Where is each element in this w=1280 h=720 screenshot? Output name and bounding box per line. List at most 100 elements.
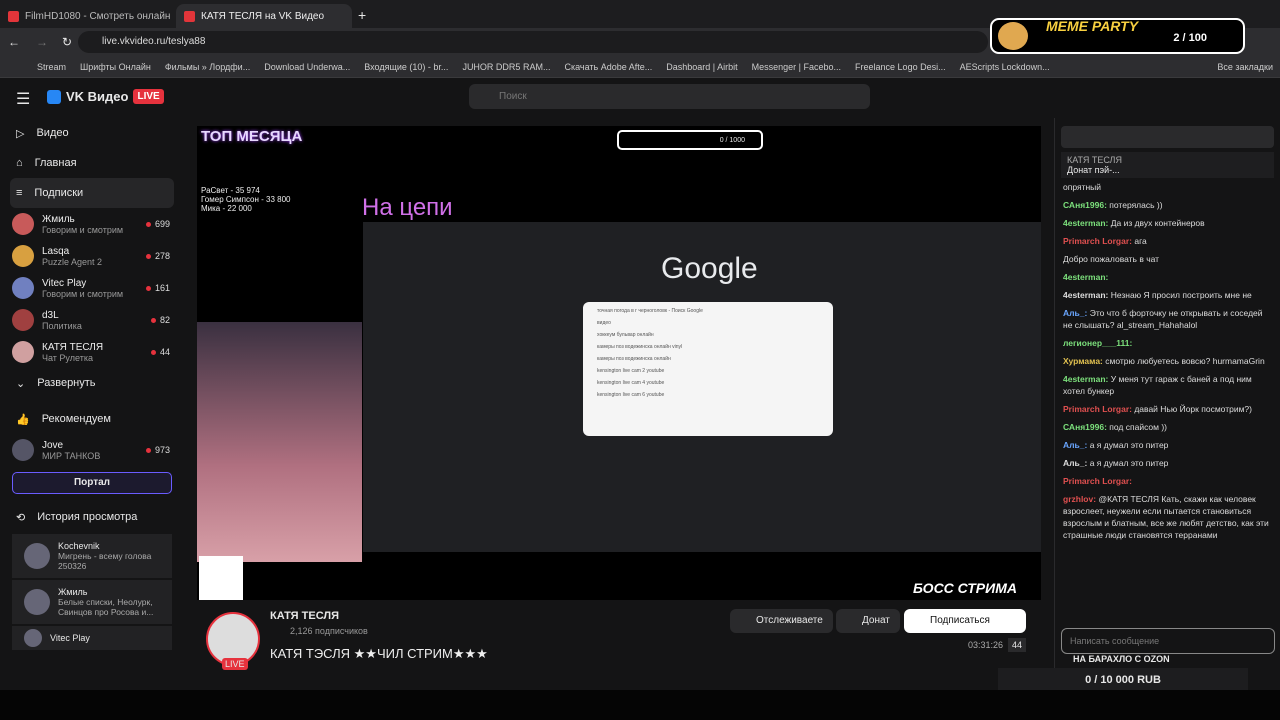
donor-list: РаСвет - 35 974 Гомер Симпсон - 33 800 Мик… <box>201 186 291 213</box>
bookmark-0[interactable]: Stream <box>30 62 73 72</box>
webcam-feed <box>197 322 362 562</box>
subscribe-button[interactable]: Подписаться <box>904 609 1026 633</box>
shared-screen: Google точная погода в г черноголовк - П… <box>363 222 1041 552</box>
bookmark-7[interactable]: Dashboard | Airbit <box>659 62 744 72</box>
avatar <box>12 245 34 267</box>
google-logo: Google <box>661 252 758 285</box>
brand-logo[interactable]: VK Видео LIVE <box>47 89 164 104</box>
chat-message: САня1996: потерялась )) <box>1063 200 1163 210</box>
sidebar-item-video[interactable]: ▷ Видео <box>0 118 184 148</box>
avatar <box>12 341 34 363</box>
url-field[interactable]: live.vkvideo.ru/teslya88 <box>78 31 988 53</box>
avatar <box>12 439 34 461</box>
avatar <box>12 213 34 235</box>
tab-vkvideo[interactable]: КАТЯ ТЕСЛЯ на VK Видео <box>176 4 352 28</box>
expand-button[interactable]: ⌄ Развернуть <box>0 368 184 398</box>
sidebar-item-history[interactable]: ⟲ История просмотра <box>0 502 184 532</box>
channel-item-jove[interactable]: Jove МИР ТАНКОВ 973 <box>0 434 184 466</box>
chat-message: опрятный <box>1063 182 1102 192</box>
stream-time: 03:31:26 <box>968 640 1004 650</box>
channel-item[interactable]: Жмиль Говорим и смотрим 699 <box>0 208 184 240</box>
channel-item[interactable]: d3L Политика 82 <box>0 304 184 336</box>
bookmark-1[interactable]: Шрифты Онлайн <box>73 62 158 72</box>
chat-message: Primarch Lorgar: давай Нью Йорк посмотри… <box>1063 404 1252 414</box>
chat-message: 4esterman: Да из двух контейнеров <box>1063 218 1205 228</box>
chat-message: Аль_: Это что б форточку не открывать и … <box>1063 308 1263 330</box>
bottom-strip <box>0 690 1280 720</box>
stream-caption: На цепи <box>362 194 453 221</box>
top-month-label: ТОП МЕСЯЦА <box>201 128 303 145</box>
avatar <box>12 309 34 331</box>
chat-message: Аль_: а я думал это питер <box>1063 440 1169 450</box>
menu-icon[interactable]: ☰ <box>16 89 30 109</box>
bookmark-3[interactable]: Download Underwa... <box>257 62 357 72</box>
chat-message: Добро пожаловать в чат <box>1063 254 1160 264</box>
channel-item[interactable]: КАТЯ ТЕСЛЯ Чат Рулетка 44 <box>0 336 184 368</box>
history-item[interactable]: Жмиль Белые списки, Неолурк, Свинцов про … <box>12 580 172 624</box>
chat-message: Хурмама: смотрю любуетесь вовсю? hurmama… <box>1063 356 1265 366</box>
history-item[interactable]: Vitec Play <box>12 626 172 650</box>
doge-icon <box>998 22 1028 50</box>
subscriber-count: 2,126 подписчиков <box>290 626 368 636</box>
video-player[interactable]: ТОП МЕСЯЦА РаСвет - 35 974 Гомер Симпсон … <box>197 126 1041 600</box>
reload-icon[interactable]: ↻ <box>62 35 72 49</box>
chat-message: Аль_: а я думал это питер <box>1063 458 1169 468</box>
tab-filmhd[interactable]: FilmHD1080 - Смотреть онлайн <box>0 4 176 28</box>
channel-name[interactable]: КАТЯ ТЕСЛЯ <box>270 610 339 622</box>
history-item[interactable]: Kochevnik Мигрень - всему голова 250326 <box>12 534 172 578</box>
history-icon: ⟲ <box>16 511 26 524</box>
chat-message: легионер___111: <box>1063 338 1133 348</box>
chat-banner: НА БАРАХЛО С OZON <box>1073 654 1170 664</box>
sidebar-item-subscriptions[interactable]: ≡ Подписки <box>10 178 174 208</box>
bookmark-5[interactable]: JUHOR DDR5 RAM... <box>455 62 557 72</box>
back-icon[interactable]: ← <box>8 35 20 49</box>
boss-label: БОСС СТРИМА <box>912 580 1017 596</box>
chat-message: 4esterman: У меня тут гараж с баней а по… <box>1063 374 1252 396</box>
site-favicon-icon <box>8 10 19 22</box>
meme-party-overlay: MEME PARTY 2 / 100 <box>990 18 1245 54</box>
sidebar-item-recommend[interactable]: 👍 Рекомендуем <box>0 404 184 434</box>
donation-goal: 0 / 10 000 RUB <box>998 668 1248 692</box>
chat-message: САня1996: под спайсом )) <box>1063 422 1168 432</box>
bookmarks-bar: Stream Шрифты Онлайн Фильмы » Лордфи... … <box>0 56 1280 78</box>
bookmark-10[interactable]: AEScripts Lockdown... <box>953 62 1057 72</box>
follow-button[interactable]: Отслеживаете <box>730 609 833 633</box>
new-tab-icon[interactable]: + <box>358 7 366 28</box>
stream-title: КАТЯ ТЭСЛЯ ★★ЧИЛ СТРИМ★★★ <box>270 646 488 661</box>
channel-item[interactable]: Vitec Play Говорим и смотрим 161 <box>0 272 184 304</box>
bookmark-2[interactable]: Фильмы » Лордфи... <box>158 62 257 72</box>
portal-button[interactable]: Портал <box>12 472 172 494</box>
chat-panel: КАТЯ ТЕСЛЯ Донат пэй-... опрятный САня1996… <box>1054 118 1280 690</box>
bookmark-8[interactable]: Messenger | Facebo... <box>745 62 848 72</box>
chat-message: 4esterman: <box>1063 272 1109 282</box>
chat-message: Primarch Lorgar: ага <box>1063 236 1147 246</box>
chat-message: grzhlov: @КАТЯ ТЕСЛЯ Кать, скажи как чел… <box>1063 494 1269 540</box>
subscriptions-icon: ≡ <box>16 187 23 199</box>
pinned-message[interactable]: КАТЯ ТЕСЛЯ Донат пэй-... <box>1061 152 1274 178</box>
bookmark-6[interactable]: Скачать Adobe Afte... <box>557 62 659 72</box>
thumb-up-icon: 👍 <box>16 413 30 426</box>
stream-info: LIVE КАТЯ ТЕСЛЯ 2,126 подписчиков КАТЯ Т… <box>200 606 1040 690</box>
chat-tabs[interactable] <box>1061 126 1274 148</box>
thumbnail <box>24 543 50 569</box>
google-suggestions: точная погода в г черноголовк - Поиск Go… <box>583 302 833 436</box>
search-input[interactable]: Поиск <box>469 84 870 109</box>
chat-messages: опрятный САня1996: потерялась )) 4esterman… <box>1055 178 1280 544</box>
home-icon: ⌂ <box>16 157 23 169</box>
sidebar-item-home[interactable]: ⌂ Главная <box>0 148 184 178</box>
video-icon: ▷ <box>16 127 25 140</box>
channel-item[interactable]: Lasqa Puzzle Agent 2 278 <box>0 240 184 272</box>
vk-favicon-icon <box>184 10 195 22</box>
chat-message: Primarch Lorgar: <box>1063 476 1132 486</box>
chat-message: 4esterman: Незнаю Я просил построить мне… <box>1063 290 1252 300</box>
chat-input[interactable]: Написать сообщение <box>1061 628 1275 654</box>
qr-code-icon <box>199 556 243 600</box>
forward-icon[interactable]: → <box>36 35 48 49</box>
donate-button[interactable]: Донат <box>836 609 900 633</box>
viewer-count: 44 <box>1008 638 1027 652</box>
bookmark-4[interactable]: Входящие (10) - br... <box>357 62 455 72</box>
meme-widget: 0 / 1000 <box>617 130 763 150</box>
chevron-down-icon: ⌄ <box>16 377 26 390</box>
all-bookmarks[interactable]: Все закладки <box>1210 62 1280 72</box>
bookmark-9[interactable]: Freelance Logo Desi... <box>848 62 953 72</box>
